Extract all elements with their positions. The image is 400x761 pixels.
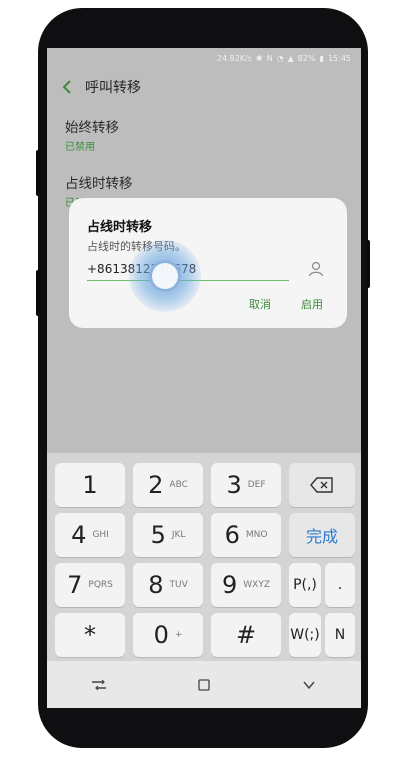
touch-indicator — [129, 240, 201, 312]
forward-dialog: 占线时转移 占线时的转移号码。 +8613812345678 取消 启用 — [69, 198, 347, 328]
list-item-status: 已禁用 — [65, 142, 95, 153]
header: 呼叫转移 — [47, 70, 361, 104]
nfc-icon: N — [266, 53, 273, 63]
key-star[interactable]: * — [55, 613, 125, 657]
key-3[interactable]: 3 DEF — [211, 463, 281, 507]
list-item-label: 始终转移 — [65, 120, 119, 136]
key-2[interactable]: 2 ABC — [133, 463, 203, 507]
numeric-keyboard: 1 2 ABC 3 DEF 4 GHI 5 JKL 6 MNO 完成 7 PQR… — [47, 453, 361, 661]
key-4[interactable]: 4 GHI — [55, 513, 125, 557]
contact-icon[interactable] — [307, 260, 325, 278]
backspace-icon — [310, 477, 333, 493]
network-speed: 24.82K/s — [216, 53, 252, 63]
clock: 15:45 — [327, 53, 351, 63]
screen: 24.82K/s ✱ N ◔ ▲ 82% ▮ 15:45 呼叫转移 始终转移 已… — [47, 48, 361, 708]
bluetooth-icon: ✱ — [255, 53, 263, 63]
battery-percent: 82% — [297, 53, 316, 63]
pause-key[interactable]: P(,) — [289, 563, 321, 607]
n-key[interactable]: N — [325, 613, 355, 657]
key-6[interactable]: 6 MNO — [211, 513, 281, 557]
status-bar: 24.82K/s ✱ N ◔ ▲ 82% ▮ 15:45 — [47, 48, 361, 68]
back-arrow-icon[interactable] — [59, 78, 77, 96]
backspace-key[interactable] — [289, 463, 355, 507]
wait-key[interactable]: W(;) — [289, 613, 321, 657]
key-1[interactable]: 1 — [55, 463, 125, 507]
signal-icon: ▲ — [287, 53, 294, 63]
done-key[interactable]: 完成 — [289, 513, 355, 557]
phone-side-button — [36, 270, 40, 316]
enable-button[interactable]: 启用 — [301, 296, 323, 312]
key-0[interactable]: 0 + — [133, 613, 203, 657]
key-hash[interactable]: # — [211, 613, 281, 657]
home-icon[interactable] — [190, 675, 218, 695]
back-icon[interactable] — [295, 675, 323, 695]
recent-apps-icon[interactable] — [85, 675, 113, 695]
dot-key[interactable]: . — [325, 563, 355, 607]
battery-icon: ▮ — [319, 53, 324, 63]
key-5[interactable]: 5 JKL — [133, 513, 203, 557]
list-item-always-forward[interactable]: 始终转移 已禁用 — [65, 116, 335, 153]
key-7[interactable]: 7 PQRS — [55, 563, 125, 607]
dialog-title: 占线时转移 — [87, 220, 153, 235]
phone-side-button — [36, 150, 40, 196]
key-9[interactable]: 9 WXYZ — [211, 563, 281, 607]
wifi-icon: ◔ — [276, 53, 284, 63]
phone-side-button — [366, 240, 370, 288]
page-title: 呼叫转移 — [85, 80, 141, 96]
list-item-label: 占线时转移 — [65, 176, 133, 192]
key-8[interactable]: 8 TUV — [133, 563, 203, 607]
cancel-button[interactable]: 取消 — [249, 296, 271, 312]
navigation-bar — [47, 661, 361, 708]
